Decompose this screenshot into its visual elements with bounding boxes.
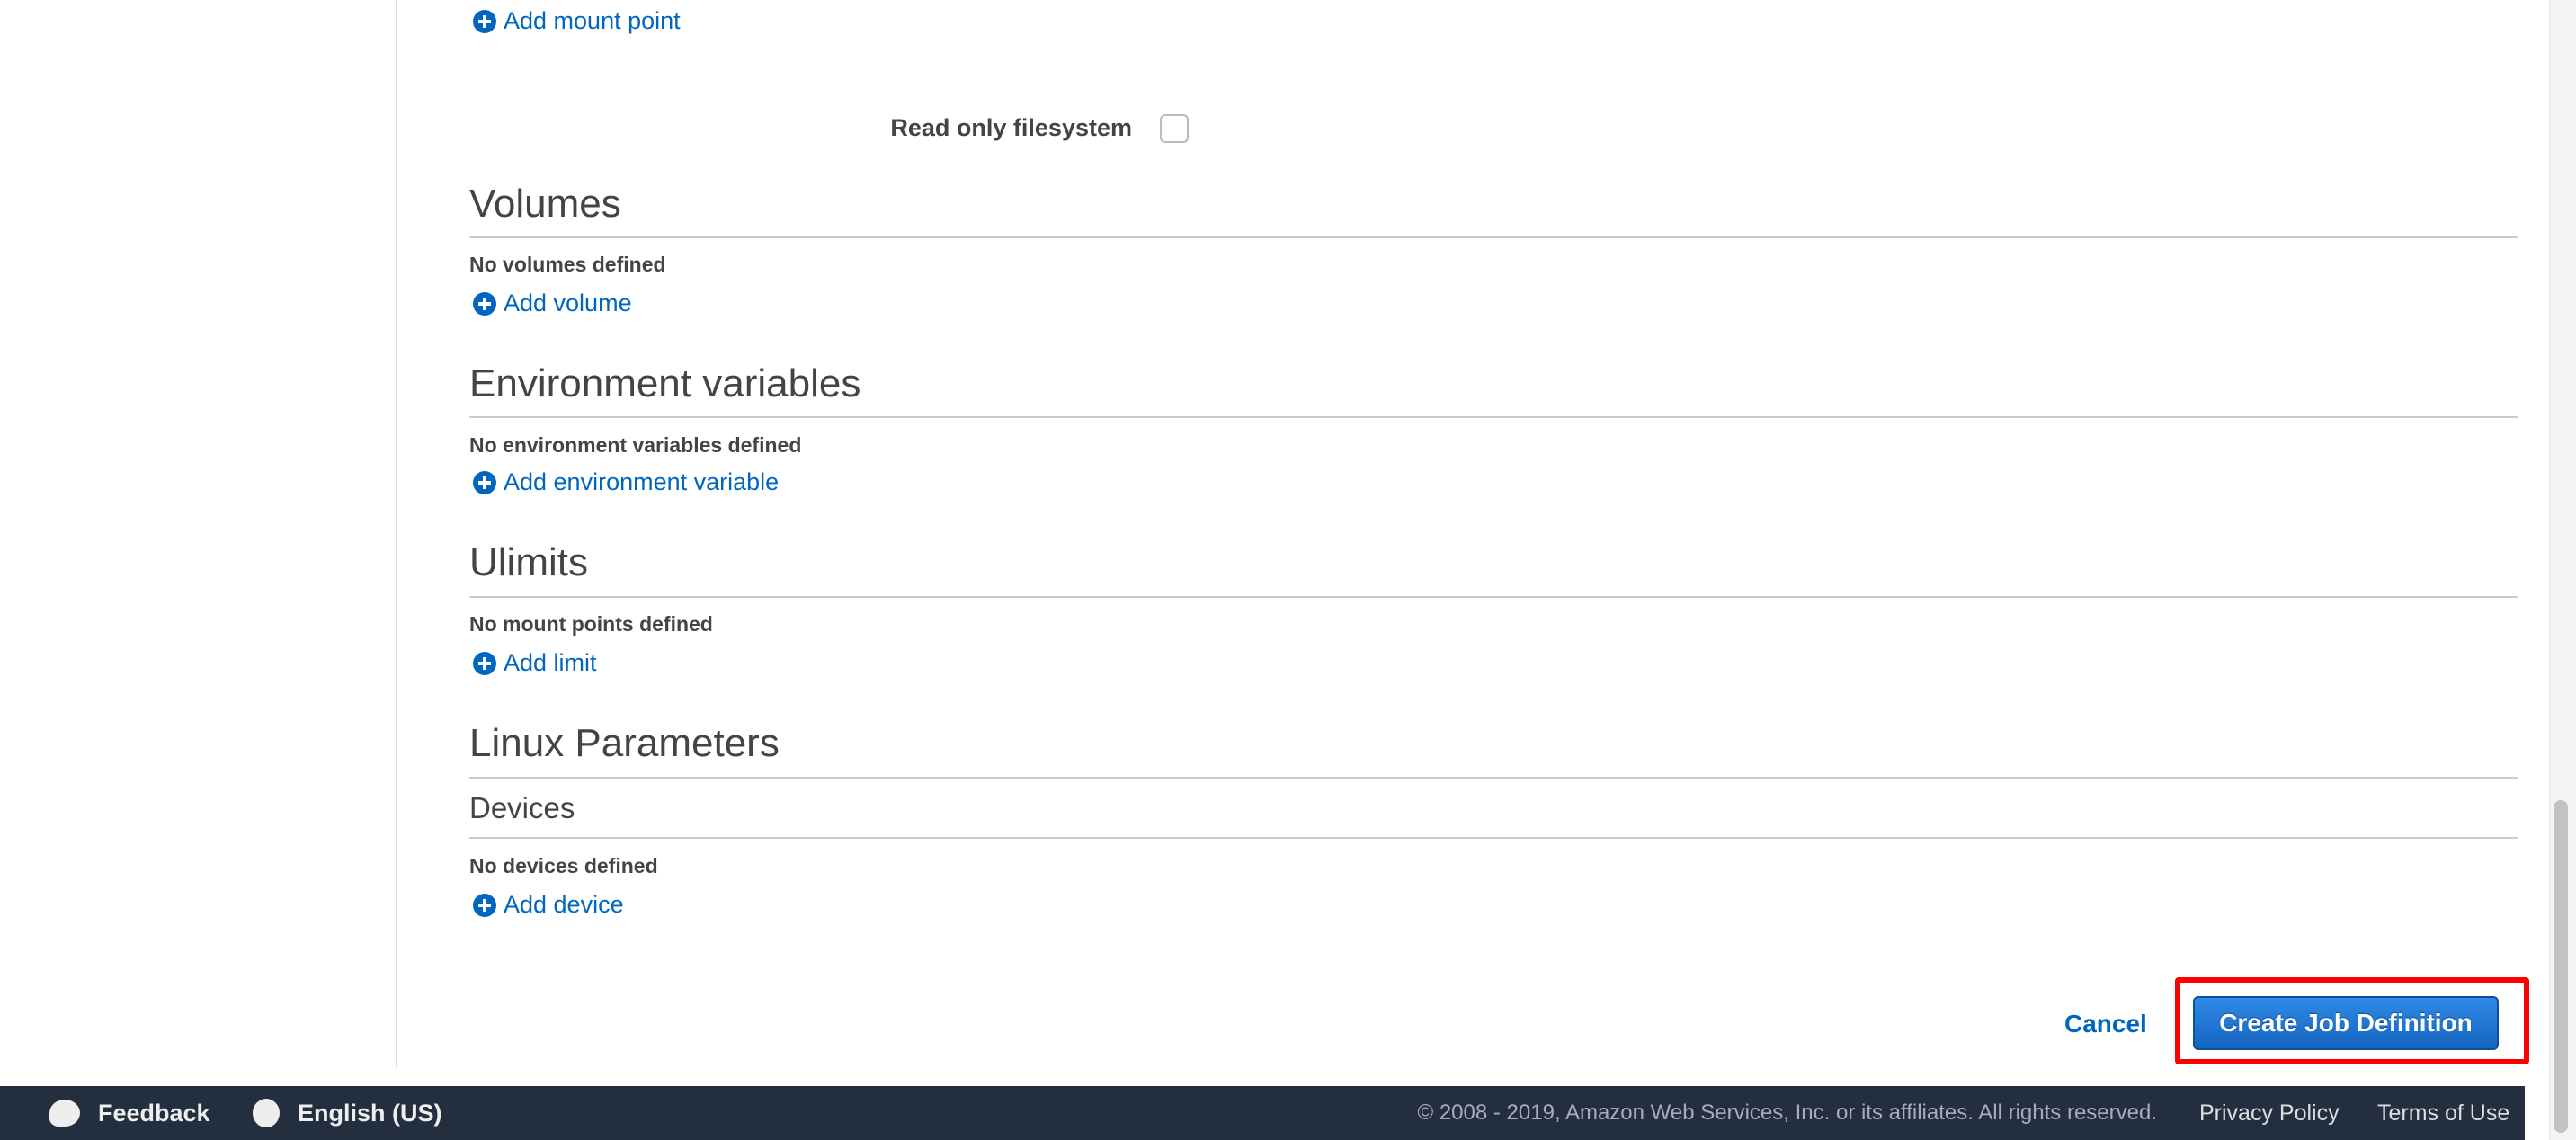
copyright-text: © 2008 - 2019, Amazon Web Services, Inc.… xyxy=(1417,1100,2157,1125)
speech-bubble-icon xyxy=(49,1100,80,1127)
env-vars-heading: Environment variables xyxy=(469,361,861,405)
language-label: English (US) xyxy=(298,1099,442,1127)
env-vars-empty-text: No environment variables defined xyxy=(469,433,802,457)
terms-of-use-link[interactable]: Terms of Use xyxy=(2377,1086,2509,1140)
ulimits-empty-text: No mount points defined xyxy=(469,612,713,636)
scrollbar-thumb[interactable] xyxy=(2554,800,2568,1133)
feedback-label: Feedback xyxy=(98,1099,210,1127)
footer: Feedback English (US) © 2008 - 2019, Ama… xyxy=(0,1086,2525,1140)
add-volume-label: Add volume xyxy=(504,289,632,316)
devices-empty-text: No devices defined xyxy=(469,854,658,877)
devices-heading: Devices xyxy=(469,791,575,824)
globe-icon xyxy=(253,1099,280,1127)
divider xyxy=(469,596,2518,598)
divider xyxy=(469,236,2518,238)
divider xyxy=(469,837,2518,839)
add-mount-point-link[interactable]: Add mount point xyxy=(473,7,681,35)
plus-circle-icon xyxy=(473,9,496,33)
add-mount-point-label: Add mount point xyxy=(504,7,681,34)
add-limit-link[interactable]: Add limit xyxy=(473,649,597,677)
read-only-label: Read only filesystem xyxy=(890,114,1132,141)
plus-circle-icon xyxy=(473,291,496,316)
divider xyxy=(469,416,2518,418)
add-env-var-label: Add environment variable xyxy=(504,468,780,495)
add-limit-label: Add limit xyxy=(504,649,597,676)
plus-circle-icon xyxy=(473,893,496,917)
add-env-var-link[interactable]: Add environment variable xyxy=(473,468,779,496)
add-device-link[interactable]: Add device xyxy=(473,891,624,919)
plus-circle-icon xyxy=(473,651,496,675)
plus-circle-icon xyxy=(473,470,496,494)
read-only-checkbox[interactable] xyxy=(1160,114,1189,143)
volumes-empty-text: No volumes defined xyxy=(469,253,666,276)
language-selector[interactable]: English (US) xyxy=(253,1086,442,1140)
left-nav-divider xyxy=(396,0,397,1068)
privacy-policy-link[interactable]: Privacy Policy xyxy=(2199,1086,2340,1140)
create-job-definition-button[interactable]: Create Job Definition xyxy=(2193,996,2499,1050)
add-volume-link[interactable]: Add volume xyxy=(473,289,632,317)
add-device-label: Add device xyxy=(504,891,624,918)
feedback-button[interactable]: Feedback xyxy=(49,1086,210,1140)
volumes-heading: Volumes xyxy=(469,182,621,226)
ulimits-heading: Ulimits xyxy=(469,540,588,584)
cancel-button[interactable]: Cancel xyxy=(2064,1010,2147,1038)
divider xyxy=(469,777,2518,779)
linux-params-heading: Linux Parameters xyxy=(469,721,780,765)
